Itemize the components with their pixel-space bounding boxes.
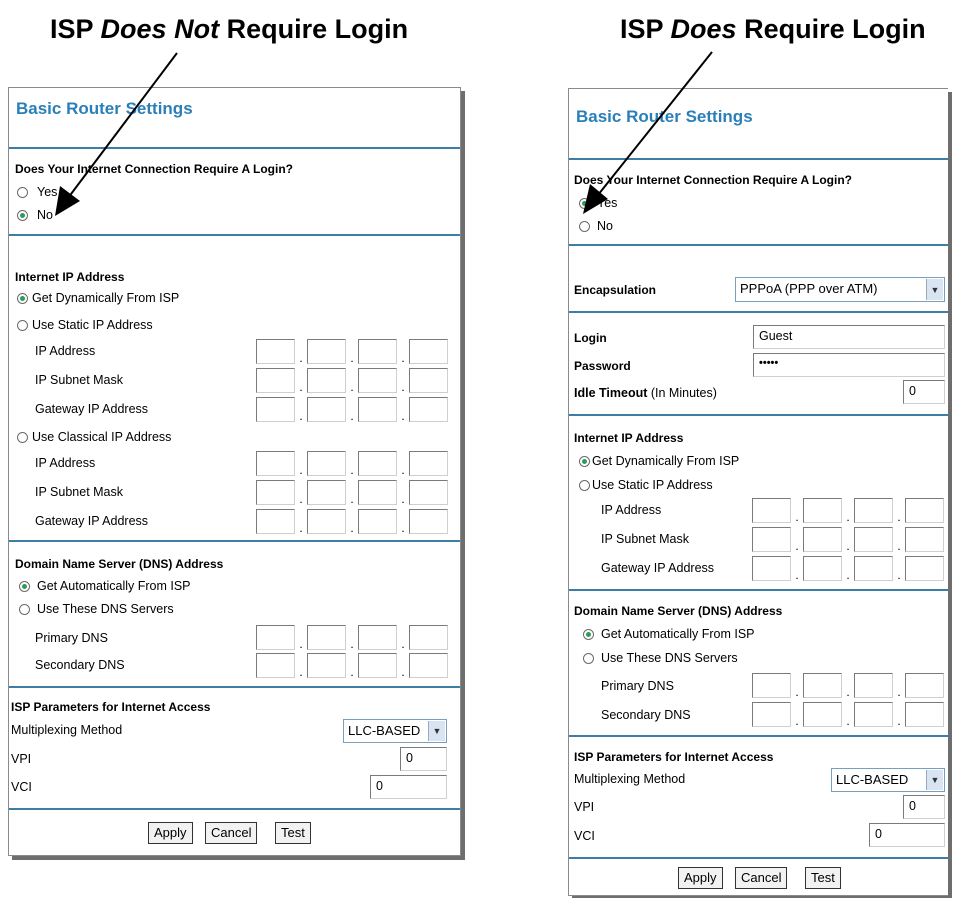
left-arrow-icon xyxy=(55,52,178,216)
annotation-arrows xyxy=(55,51,713,216)
right-arrow-icon xyxy=(583,51,713,214)
